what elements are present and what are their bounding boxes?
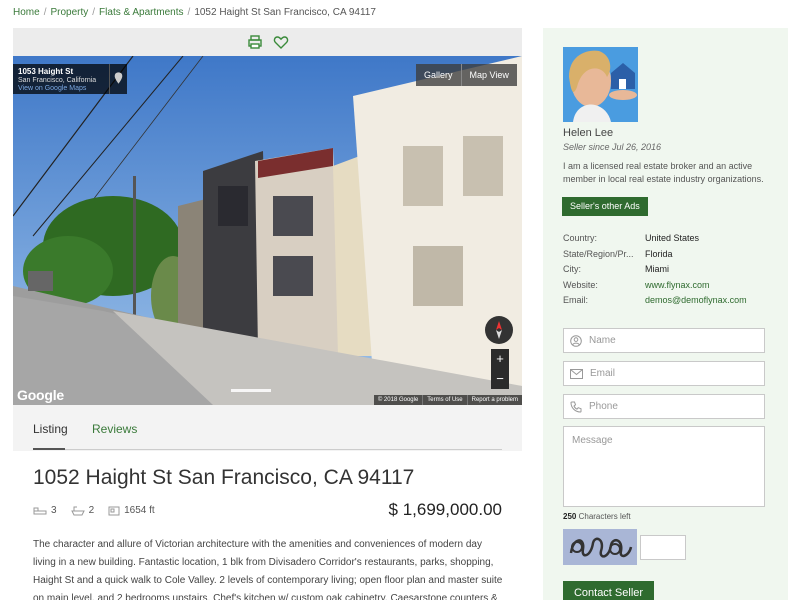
phone-placeholder: Phone [589, 401, 618, 412]
street-view[interactable]: 1053 Haight St San Francisco, California… [13, 56, 522, 405]
tab-divider [33, 449, 502, 450]
seller-info-list: Country: United States State/Region/Pr..… [563, 233, 747, 311]
seller-info-value: Florida [645, 248, 673, 259]
map-pin-icon[interactable] [109, 64, 127, 94]
street-view-image [13, 56, 522, 405]
bed-icon [33, 507, 47, 514]
location-address: 1053 Haight St [18, 67, 74, 76]
tab-reviews[interactable]: Reviews [92, 422, 137, 436]
seller-sidebar: Helen Lee Seller since Jul 26, 2016 I am… [543, 28, 788, 600]
breadcrumb-category[interactable]: Flats & Apartments [99, 7, 183, 18]
name-field[interactable]: Name [563, 328, 765, 353]
view-switcher: Gallery Map View [416, 64, 517, 86]
phone-icon [570, 401, 582, 413]
seller-info-label: State/Region/Pr... [563, 248, 634, 259]
user-icon [570, 334, 582, 347]
seller-info-label: Email: [563, 295, 589, 305]
breadcrumb-separator: / [187, 7, 191, 18]
seller-name[interactable]: Helen Lee [563, 127, 613, 139]
zoom-out-button[interactable]: − [491, 369, 509, 389]
gallery-button[interactable]: Gallery [416, 64, 461, 86]
listing-stats: 3 2 1654 ft [33, 505, 169, 516]
bathrooms-count: 2 [88, 505, 95, 516]
listing-description: The character and allure of Victorian ar… [33, 539, 503, 600]
breadcrumb-property[interactable]: Property [50, 7, 88, 18]
phone-field[interactable]: Phone [563, 394, 765, 419]
google-logo: Google [17, 387, 65, 403]
message-textarea[interactable]: Message [563, 426, 765, 507]
map-copyright: © 2018 Google [377, 397, 419, 403]
characters-left-count: 250 [563, 512, 577, 521]
seller-info-label: Country: [563, 233, 598, 243]
listing-title: 1052 Haight St San Francisco, CA 94117 [33, 466, 415, 489]
captcha-image [563, 529, 637, 565]
report-problem-link[interactable]: Report a problem [466, 395, 522, 405]
zoom-control: + − [491, 349, 509, 389]
bedrooms-count: 3 [51, 505, 57, 516]
breadcrumb-separator: / [92, 7, 96, 18]
print-icon[interactable] [247, 34, 263, 50]
envelope-icon [570, 368, 583, 379]
seller-info-row: State/Region/Pr... Florida [563, 249, 747, 265]
compass-icon[interactable] [485, 316, 513, 344]
seller-website-link[interactable]: www.flynax.com [645, 280, 710, 296]
map-view-button[interactable]: Map View [460, 64, 517, 86]
active-tab-indicator [33, 448, 65, 450]
name-placeholder: Name [589, 335, 616, 346]
location-city: San Francisco, California [18, 77, 97, 84]
area-icon [108, 506, 120, 515]
listing-price: $ 1,699,000.00 [388, 500, 502, 519]
heart-icon[interactable] [273, 34, 289, 50]
seller-other-ads-button[interactable]: Seller's other Ads [562, 197, 648, 216]
breadcrumb-separator: / [43, 7, 47, 18]
seller-since: Seller since Jul 26, 2016 [563, 142, 662, 152]
seller-info-row: Country: United States [563, 233, 747, 249]
listing-tabs: Listing Reviews [13, 405, 522, 451]
characters-left: 250 Characters left [563, 512, 631, 521]
pan-indicator [231, 389, 271, 392]
contact-seller-button[interactable]: Contact Seller [563, 581, 654, 600]
area-stat: 1654 ft [108, 505, 155, 516]
view-on-google-maps-link[interactable]: View on Google Maps [18, 85, 122, 92]
tab-listing[interactable]: Listing [33, 422, 68, 436]
message-placeholder: Message [572, 435, 613, 446]
terms-of-use-link[interactable]: Terms of Use [422, 395, 466, 405]
zoom-in-button[interactable]: + [491, 349, 509, 369]
seller-info-label: Website: [563, 279, 598, 290]
seller-email-link[interactable]: demos@demoflynax.com [645, 295, 747, 311]
breadcrumb-home[interactable]: Home [13, 7, 40, 18]
location-info-box: 1053 Haight St San Francisco, California… [13, 64, 127, 94]
characters-left-label: Characters left [578, 512, 631, 521]
seller-info-label: City: [563, 264, 581, 274]
listing-toolbar [13, 28, 522, 56]
seller-info-row: Website: www.flynax.com [563, 280, 747, 296]
seller-info-value: United States [645, 233, 700, 243]
seller-info-row: Email: demos@demoflynax.com [563, 295, 747, 311]
breadcrumb: Home / Property / Flats & Apartments/1052 Ha… [13, 7, 376, 18]
seller-info-value: Miami [645, 264, 669, 274]
seller-info-row: City: Miami [563, 264, 747, 280]
area-value: 1654 ft [124, 505, 155, 516]
breadcrumb-current: 1052 Haight St San Francisco, CA 94117 [194, 7, 376, 18]
bathtub-icon [70, 506, 85, 515]
bathrooms-stat: 2 [70, 505, 95, 516]
captcha-input[interactable] [640, 535, 686, 560]
email-placeholder: Email [590, 368, 616, 379]
seller-bio: I am a licensed real estate broker and a… [563, 161, 764, 184]
map-footer: © 2018 Google Terms of Use Report a prob… [373, 395, 522, 405]
email-field[interactable]: Email [563, 361, 765, 386]
seller-avatar[interactable] [563, 47, 638, 122]
bedrooms-stat: 3 [33, 505, 57, 516]
